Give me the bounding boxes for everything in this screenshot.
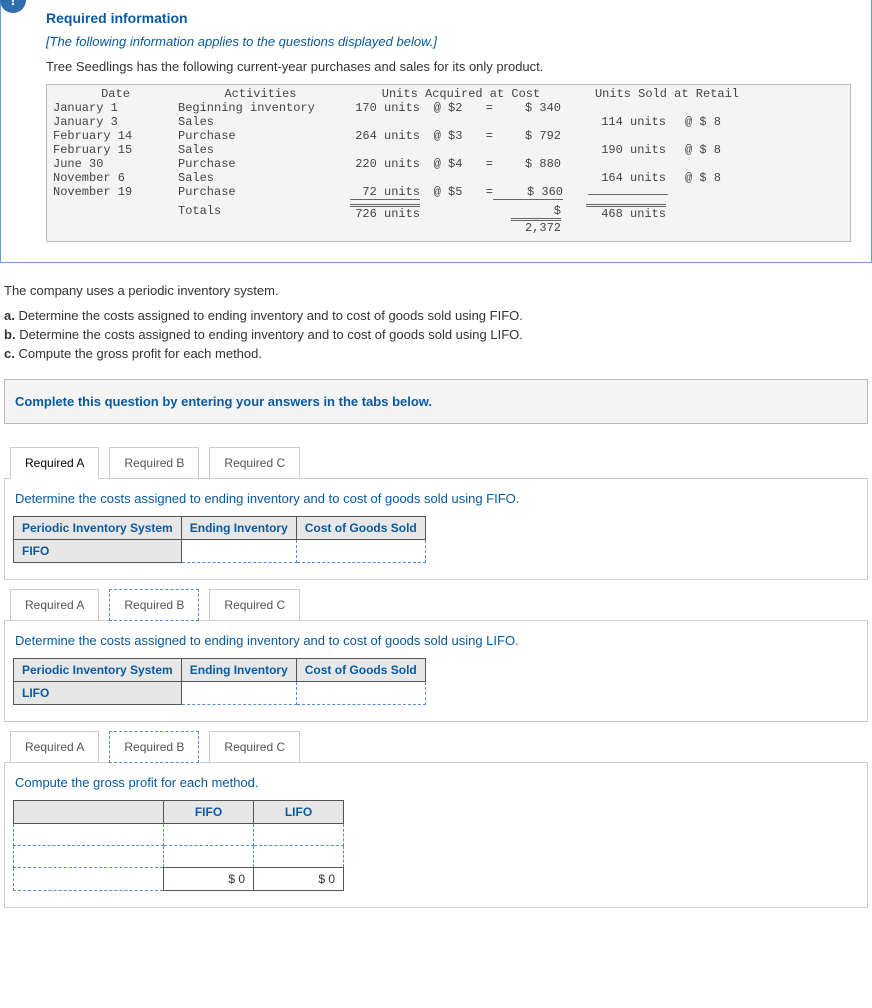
tabs-b: Required A Required B Required C — [4, 588, 868, 621]
lifo-ending-inventory-input[interactable] — [181, 682, 296, 705]
col-activities: Activities — [178, 87, 343, 101]
gp-row3-lifo-value: $ 0 — [254, 868, 344, 891]
req-a: a. Determine the costs assigned to endin… — [4, 302, 868, 327]
required-info-title: Required information — [46, 10, 851, 26]
col-fifo: FIFO — [164, 801, 254, 824]
col-periodic: Periodic Inventory System — [14, 517, 182, 540]
gp-row1-label-input[interactable] — [14, 824, 164, 846]
applies-note: [The following information applies to th… — [46, 34, 851, 49]
periodic-note: The company uses a periodic inventory sy… — [4, 277, 868, 302]
tab-required-b[interactable]: Required B — [109, 589, 199, 621]
fifo-table: Periodic Inventory System Ending Invento… — [13, 516, 426, 563]
col-periodic: Periodic Inventory System — [14, 659, 182, 682]
col-lifo: LIFO — [254, 801, 344, 824]
col-date: Date — [53, 87, 178, 101]
fifo-ending-inventory-input[interactable] — [181, 540, 296, 563]
totals-row: Totals 726 units $ 2,372 468 units — [53, 204, 844, 235]
tab-required-a[interactable]: Required A — [10, 589, 99, 621]
table-row: November 6 Sales 164 units @ $ 8 — [53, 171, 844, 185]
col-cogs: Cost of Goods Sold — [296, 659, 425, 682]
tabs-c: Required A Required B Required C — [4, 730, 868, 763]
req-c: c. Compute the gross profit for each met… — [4, 346, 868, 365]
section-b-instr: Determine the costs assigned to ending i… — [13, 633, 859, 648]
col-acquired: Units Acquired at Cost — [343, 87, 579, 101]
req-b: b. Determine the costs assigned to endin… — [4, 327, 868, 346]
lifo-cogs-input[interactable] — [296, 682, 425, 705]
gp-row3-label-input[interactable] — [14, 868, 164, 891]
table-row: June 30 Purchase 220 units @ $4 = $ 880 — [53, 157, 844, 171]
col-cogs: Cost of Goods Sold — [296, 517, 425, 540]
table-row: January 3 Sales 114 units @ $ 8 — [53, 115, 844, 129]
tab-required-a[interactable]: Required A — [10, 447, 99, 479]
tab-required-b[interactable]: Required B — [109, 731, 199, 763]
gross-profit-table: FIFO LIFO $ 0 $ 0 — [13, 800, 344, 891]
section-c-instr: Compute the gross profit for each method… — [13, 775, 859, 790]
table-row: February 15 Sales 190 units @ $ 8 — [53, 143, 844, 157]
gp-row1-lifo-input[interactable] — [254, 824, 344, 846]
complete-instruction: Complete this question by entering your … — [4, 379, 868, 424]
table-row: January 1 Beginning inventory 170 units … — [53, 101, 844, 115]
gp-row2-fifo-input[interactable] — [164, 846, 254, 868]
section-a-instr: Determine the costs assigned to ending i… — [13, 491, 859, 506]
lifo-table: Periodic Inventory System Ending Invento… — [13, 658, 426, 705]
col-ending-inv: Ending Inventory — [181, 517, 296, 540]
gp-row2-lifo-input[interactable] — [254, 846, 344, 868]
gp-row1-fifo-input[interactable] — [164, 824, 254, 846]
data-table: Date Activities Units Acquired at Cost U… — [46, 84, 851, 242]
tab-required-c[interactable]: Required C — [209, 589, 300, 621]
info-badge-icon: ! — [0, 0, 26, 13]
row-lifo-label: LIFO — [14, 682, 182, 705]
row-fifo-label: FIFO — [14, 540, 182, 563]
tab-required-a[interactable]: Required A — [10, 731, 99, 763]
tab-required-b[interactable]: Required B — [109, 447, 199, 479]
gp-row2-label-input[interactable] — [14, 846, 164, 868]
col-ending-inv: Ending Inventory — [181, 659, 296, 682]
table-row: February 14 Purchase 264 units @ $3 = $ … — [53, 129, 844, 143]
tab-required-c[interactable]: Required C — [209, 447, 300, 479]
gp-row3-fifo-value: $ 0 — [164, 868, 254, 891]
tab-required-c[interactable]: Required C — [209, 731, 300, 763]
col-sold: Units Sold at Retail — [579, 87, 739, 101]
intro-text: Tree Seedlings has the following current… — [46, 59, 851, 74]
fifo-cogs-input[interactable] — [296, 540, 425, 563]
tabs-a: Required A Required B Required C — [4, 446, 868, 479]
table-row: November 19 Purchase 72 units @ $5 = $ 3… — [53, 185, 844, 200]
